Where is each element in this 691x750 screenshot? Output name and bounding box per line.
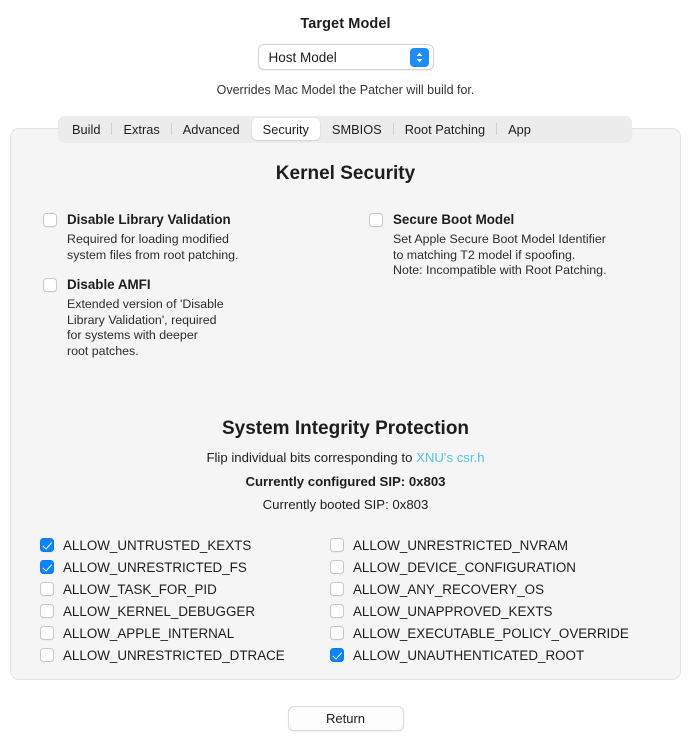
- option-description: Required for loading modified system file…: [67, 232, 239, 262]
- option-label: Secure Boot Model: [393, 212, 515, 227]
- sip-bit-label: ALLOW_EXECUTABLE_POLICY_OVERRIDE: [353, 625, 629, 641]
- option-label: Disable Library Validation: [67, 212, 231, 227]
- sip-bit-label: ALLOW_KERNEL_DEBUGGER: [63, 603, 255, 619]
- tab-build[interactable]: Build: [61, 118, 111, 140]
- checkbox-allow_untrusted_kexts[interactable]: [40, 538, 54, 552]
- sip-bit-row[interactable]: ALLOW_UNRESTRICTED_NVRAM: [330, 534, 629, 556]
- checkbox-allow_unapproved_kexts[interactable]: [330, 604, 344, 618]
- checkbox-allow_unrestricted_fs[interactable]: [40, 560, 54, 574]
- checkbox-allow_unrestricted_dtrace[interactable]: [40, 648, 54, 662]
- sip-bit-row[interactable]: ALLOW_UNAPPROVED_KEXTS: [330, 600, 629, 622]
- header: Target Model Host Model Overrides Mac Mo…: [0, 0, 691, 97]
- sip-bit-label: ALLOW_UNTRUSTED_KEXTS: [63, 537, 252, 553]
- tab-bar: Build Extras Advanced Security SMBIOS Root Pa…: [58, 116, 632, 142]
- footer: Return: [0, 706, 691, 731]
- header-subtitle: Overrides Mac Model the Patcher will bui…: [216, 83, 475, 97]
- option-text: Disable Library Validation Required for l…: [57, 212, 238, 263]
- tab-app[interactable]: App: [497, 118, 542, 140]
- sip-title: System Integrity Protection: [221, 418, 470, 439]
- sip-flip-text: Flip individual bits corresponding to: [206, 450, 417, 465]
- sip-bit-label: ALLOW_UNRESTRICTED_NVRAM: [353, 537, 569, 553]
- sip-bit-row[interactable]: ALLOW_UNRESTRICTED_DTRACE: [40, 644, 285, 666]
- checkbox-allow_unrestricted_nvram[interactable]: [330, 538, 344, 552]
- option-row[interactable]: Disable AMFI Extended version of 'Disable…: [43, 277, 333, 359]
- sip-bit-label: ALLOW_DEVICE_CONFIGURATION: [353, 559, 576, 575]
- tab-security[interactable]: Security: [251, 118, 320, 140]
- sip-bit-row[interactable]: ALLOW_APPLE_INTERNAL: [40, 622, 285, 644]
- updown-chevron-icon[interactable]: [409, 47, 429, 67]
- option-text: Secure Boot Model Set Apple Secure Boot M…: [383, 212, 607, 279]
- tab-advanced[interactable]: Advanced: [172, 118, 251, 140]
- checkbox-allow_apple_internal[interactable]: [40, 626, 54, 640]
- checkbox-allow_task_for_pid[interactable]: [40, 582, 54, 596]
- option-text: Disable AMFI Extended version of 'Disable…: [57, 277, 224, 359]
- sip-bit-row[interactable]: ALLOW_UNTRUSTED_KEXTS: [40, 534, 285, 556]
- sip-bit-row[interactable]: ALLOW_TASK_FOR_PID: [40, 578, 285, 600]
- sip-bit-label: ALLOW_APPLE_INTERNAL: [63, 625, 235, 641]
- sip-bit-row[interactable]: ALLOW_UNRESTRICTED_FS: [40, 556, 285, 578]
- sip-bit-row[interactable]: ALLOW_ANY_RECOVERY_OS: [330, 578, 629, 600]
- xnu-csr-link[interactable]: XNU's csr.h: [416, 450, 484, 465]
- sip-bit-label: ALLOW_ANY_RECOVERY_OS: [353, 581, 545, 597]
- kernel-options-left-column: Disable Library Validation Required for l…: [43, 212, 333, 374]
- checkbox-allow_executable_policy_override[interactable]: [330, 626, 344, 640]
- checkbox-secure-boot-model[interactable]: [369, 213, 383, 227]
- tab-extras[interactable]: Extras: [112, 118, 170, 140]
- sip-bit-row[interactable]: ALLOW_DEVICE_CONFIGURATION: [330, 556, 629, 578]
- sip-configured-value: Currently configured SIP: 0x803: [245, 474, 446, 489]
- checkbox-allow_kernel_debugger[interactable]: [40, 604, 54, 618]
- tab-smbios[interactable]: SMBIOS: [321, 118, 393, 140]
- sip-bit-label: ALLOW_TASK_FOR_PID: [63, 581, 217, 597]
- security-panel: Kernel Security Disable Library Validati…: [10, 128, 681, 680]
- sip-bit-row[interactable]: ALLOW_UNAUTHENTICATED_ROOT: [330, 644, 629, 666]
- sip-bits-right-column: ALLOW_UNRESTRICTED_NVRAM ALLOW_DEVICE_CON…: [330, 534, 629, 666]
- target-model-select[interactable]: Host Model: [257, 44, 434, 70]
- model-select-row: Host Model: [0, 44, 691, 70]
- sip-bit-row[interactable]: ALLOW_KERNEL_DEBUGGER: [40, 600, 285, 622]
- option-row[interactable]: Secure Boot Model Set Apple Secure Boot M…: [369, 212, 654, 279]
- sip-bit-label: ALLOW_UNRESTRICTED_DTRACE: [63, 647, 285, 663]
- checkbox-disable-amfi[interactable]: [43, 278, 57, 293]
- sip-bits-left-column: ALLOW_UNTRUSTED_KEXTS ALLOW_UNRESTRICTED_…: [40, 534, 285, 666]
- sip-bit-label: ALLOW_UNAUTHENTICATED_ROOT: [353, 647, 585, 663]
- return-button[interactable]: Return: [287, 706, 404, 731]
- sip-booted-value: Currently booted SIP: 0x803: [262, 497, 429, 512]
- option-description: Set Apple Secure Boot Model Identifier to…: [393, 232, 607, 278]
- sip-bit-label: ALLOW_UNRESTRICTED_FS: [63, 559, 247, 575]
- option-row[interactable]: Disable Library Validation Required for l…: [43, 212, 333, 263]
- checkbox-allow_device_configuration[interactable]: [330, 560, 344, 574]
- checkbox-allow_any_recovery_os[interactable]: [330, 582, 344, 596]
- page-title: Target Model: [300, 16, 391, 32]
- sip-bit-grid: ALLOW_UNTRUSTED_KEXTS ALLOW_UNRESTRICTED_…: [11, 534, 680, 674]
- option-description: Extended version of 'Disable Library Vali…: [67, 297, 224, 358]
- tab-root-patching[interactable]: Root Patching: [394, 118, 496, 140]
- sip-bit-label: ALLOW_UNAPPROVED_KEXTS: [353, 603, 553, 619]
- sip-flip-line: Flip individual bits corresponding to XN…: [11, 450, 680, 465]
- option-label: Disable AMFI: [67, 277, 151, 293]
- target-model-value: Host Model: [268, 49, 337, 65]
- checkbox-allow_unauthenticated_root[interactable]: [330, 648, 344, 662]
- kernel-options-right-column: Secure Boot Model Set Apple Secure Boot M…: [369, 212, 654, 293]
- sip-bit-row[interactable]: ALLOW_EXECUTABLE_POLICY_OVERRIDE: [330, 622, 629, 644]
- kernel-security-title: Kernel Security: [275, 163, 416, 184]
- checkbox-disable-library-validation[interactable]: [43, 213, 57, 227]
